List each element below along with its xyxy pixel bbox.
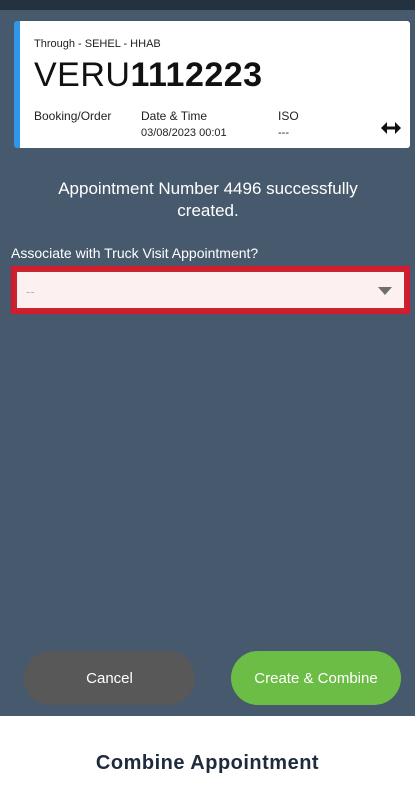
container-card: Through - SEHEL - HHAB VERU1112223 Booki… [14,21,410,148]
create-combine-button[interactable]: Create & Combine [231,651,401,705]
route-label: Through - SEHEL - HHAB [34,38,161,50]
iso-label: ISO [278,109,299,123]
select-box[interactable]: -- [17,272,404,308]
truck-visit-select[interactable]: -- [11,266,410,314]
page-title: Combine Appointment [95,752,320,774]
container-prefix: VERU [34,56,131,94]
iso-value: --- [278,127,289,139]
success-message: Appointment Number 4496 successfully cre… [58,179,358,220]
datetime-label: Date & Time [141,109,208,123]
datetime-value: 03/08/2023 00:01 [141,127,227,139]
cancel-button[interactable]: Cancel [24,651,195,705]
container-number: 1112223 [130,56,263,94]
chevron-down-icon[interactable] [378,287,392,295]
container-id: VERU1112223 [34,55,263,95]
swap-horizontal-icon[interactable] [381,121,401,135]
bottom-panel: Combine Appointment [0,716,415,796]
booking-label: Booking/Order [34,109,112,123]
status-strip [0,0,415,10]
appointment-screen: Through - SEHEL - HHAB VERU1112223 Booki… [0,0,415,796]
select-value: -- [26,284,35,299]
associate-question: Associate with Truck Visit Appointment? [11,245,259,261]
